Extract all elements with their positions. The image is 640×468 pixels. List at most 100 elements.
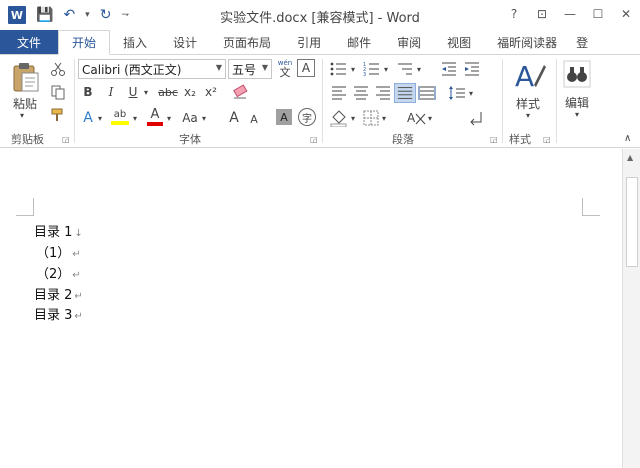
paragraph-launcher-icon[interactable]: ◲ — [490, 135, 498, 144]
document-line[interactable]: 目录 1 ↓ — [34, 221, 83, 240]
tab-mailings[interactable]: 邮件 — [334, 30, 384, 54]
show-formatting-marks-icon[interactable] — [468, 110, 484, 126]
numbering-dropdown-icon[interactable]: ▾ — [382, 61, 390, 77]
binoculars-icon[interactable] — [563, 60, 591, 88]
group-divider — [502, 59, 503, 143]
font-color-dropdown-icon[interactable]: ▾ — [165, 109, 173, 127]
shading-dropdown-icon[interactable]: ▾ — [349, 110, 357, 126]
increase-indent-icon[interactable] — [463, 61, 481, 77]
maximize-button[interactable]: ☐ — [584, 0, 612, 28]
tab-file[interactable]: 文件 — [0, 30, 58, 54]
superscript-button[interactable]: x² — [203, 83, 219, 101]
phonetic-char: 文 — [279, 66, 291, 79]
clipboard-launcher-icon[interactable]: ◲ — [62, 135, 70, 144]
text-effects-dropdown-icon[interactable]: ▾ — [96, 109, 104, 127]
italic-button[interactable]: I — [103, 83, 119, 101]
underline-button[interactable]: U — [125, 83, 141, 101]
grow-font-button[interactable]: A — [226, 109, 242, 127]
paste-dropdown-icon[interactable]: ▾ — [20, 111, 24, 120]
tab-page-layout[interactable]: 页面布局 — [210, 30, 284, 54]
ribbon: 粘贴 ▾ 剪贴板 ◲ Calibri (西文正文) ▼ 五号 ▼ wén 文 A… — [0, 54, 640, 148]
underline-dropdown-icon[interactable]: ▾ — [141, 83, 151, 101]
text-effects-button[interactable]: A — [80, 109, 96, 127]
font-name-dropdown-icon[interactable]: ▼ — [216, 63, 222, 72]
scroll-up-icon[interactable]: ▲ — [627, 153, 633, 162]
font-size-combo[interactable]: 五号 ▼ — [228, 59, 272, 79]
font-color-button[interactable]: A — [146, 107, 164, 127]
document-line[interactable]: 目录 3 ↵ — [34, 304, 83, 323]
bullets-icon[interactable] — [330, 61, 348, 77]
document-page[interactable] — [0, 149, 622, 468]
enclose-characters-button[interactable]: 字 — [298, 108, 316, 126]
bold-button[interactable]: B — [80, 83, 96, 101]
paragraph-mark: ↵ — [74, 291, 83, 302]
editing-button[interactable]: 编辑 — [565, 94, 589, 111]
document-line[interactable]: 目录 2 ↵ — [34, 284, 83, 303]
group-divider — [556, 59, 557, 143]
phonetic-guide-button[interactable]: wén 文 — [276, 57, 294, 79]
tab-foxit-reader[interactable]: 福昕阅读器 — [484, 30, 570, 54]
document-line[interactable]: （1） ↵ — [36, 242, 81, 261]
styles-button[interactable]: 样式 — [516, 95, 540, 112]
justify-icon[interactable] — [394, 83, 416, 103]
font-size-dropdown-icon[interactable]: ▼ — [262, 63, 268, 72]
clear-formatting-icon[interactable] — [232, 84, 250, 100]
close-button[interactable]: ✕ — [612, 0, 640, 28]
styles-icon[interactable]: A — [514, 59, 546, 93]
change-case-button[interactable]: Aa — [180, 109, 200, 127]
decrease-indent-icon[interactable] — [440, 61, 458, 77]
line-text: （1） — [36, 246, 71, 261]
cut-icon[interactable] — [50, 61, 66, 77]
ribbon-tabs: 文件 开始 插入 设计 页面布局 引用 邮件 审阅 视图 福昕阅读器 登 — [0, 30, 640, 55]
tab-sign-in[interactable]: 登 — [570, 30, 588, 54]
change-case-dropdown-icon[interactable]: ▾ — [200, 109, 208, 127]
borders-icon[interactable] — [363, 110, 379, 126]
highlight-dropdown-icon[interactable]: ▾ — [131, 109, 139, 127]
font-name-combo[interactable]: Calibri (西文正文) ▼ — [78, 59, 226, 79]
paragraph-mark: ↵ — [72, 249, 81, 260]
line-spacing-icon[interactable] — [448, 85, 466, 101]
chinese-layout-dropdown-icon[interactable]: ▾ — [426, 110, 434, 126]
font-launcher-icon[interactable]: ◲ — [310, 135, 318, 144]
vertical-scrollbar[interactable]: ▲ — [622, 149, 640, 468]
shrink-font-button[interactable]: A — [247, 111, 261, 127]
line-spacing-dropdown-icon[interactable]: ▾ — [467, 85, 475, 101]
shading-icon[interactable] — [330, 109, 348, 127]
document-line[interactable]: （2） ↵ — [36, 263, 81, 282]
numbering-icon[interactable]: 123 — [363, 61, 381, 77]
character-border-button[interactable]: A — [297, 59, 315, 77]
highlight-button[interactable]: ab — [110, 107, 130, 127]
tab-review[interactable]: 审阅 — [384, 30, 434, 54]
collapse-ribbon-icon[interactable]: ∧ — [624, 133, 631, 144]
editing-dropdown-icon[interactable]: ▾ — [575, 110, 579, 119]
align-left-icon[interactable] — [330, 85, 348, 101]
help-button[interactable]: ? — [500, 0, 528, 28]
strikethrough-button[interactable]: abc — [157, 83, 179, 101]
borders-dropdown-icon[interactable]: ▾ — [380, 110, 388, 126]
tab-insert[interactable]: 插入 — [110, 30, 160, 54]
scrollbar-thumb[interactable] — [626, 177, 638, 267]
bullets-dropdown-icon[interactable]: ▾ — [349, 61, 357, 77]
ribbon-display-button[interactable]: ⊡ — [528, 0, 556, 28]
tab-references[interactable]: 引用 — [284, 30, 334, 54]
styles-launcher-icon[interactable]: ◲ — [543, 135, 551, 144]
line-break-mark: ↓ — [74, 228, 83, 239]
copy-icon[interactable] — [50, 84, 66, 100]
align-center-icon[interactable] — [352, 85, 370, 101]
styles-dropdown-icon[interactable]: ▾ — [526, 111, 530, 120]
tab-home[interactable]: 开始 — [58, 30, 111, 55]
tab-view[interactable]: 视图 — [434, 30, 484, 54]
paste-button[interactable]: 粘贴 — [13, 95, 37, 112]
align-right-icon[interactable] — [374, 85, 392, 101]
chinese-layout-icon[interactable]: A — [406, 110, 426, 126]
character-shading-button[interactable]: A — [276, 109, 292, 125]
distributed-icon[interactable] — [418, 85, 436, 101]
tab-design[interactable]: 设计 — [160, 30, 210, 54]
format-painter-icon[interactable] — [50, 107, 66, 123]
minimize-button[interactable]: — — [556, 0, 584, 28]
multilevel-list-dropdown-icon[interactable]: ▾ — [415, 61, 423, 77]
subscript-button[interactable]: x₂ — [182, 83, 198, 101]
paste-icon[interactable] — [12, 61, 40, 93]
multilevel-list-icon[interactable] — [396, 61, 414, 77]
line-text: （2） — [36, 267, 71, 282]
